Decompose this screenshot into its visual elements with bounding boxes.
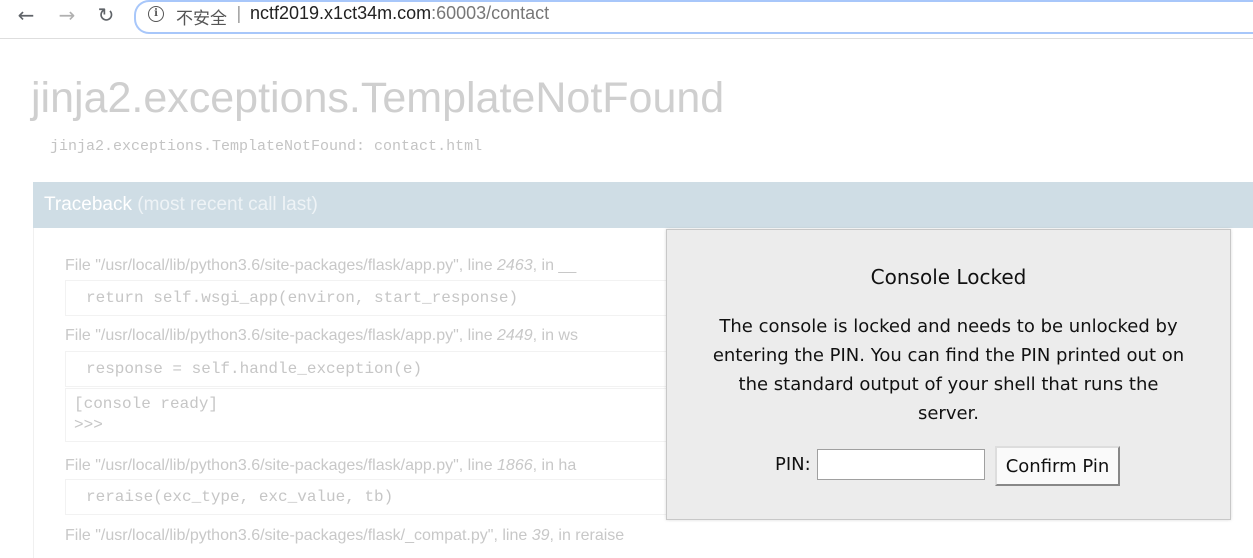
frame-file-prefix: File "	[65, 257, 101, 274]
traceback-subtitle: (most recent call last)	[137, 194, 318, 215]
forward-icon[interactable]: →	[55, 3, 79, 27]
frame-path: /usr/local/lib/python3.6/site-packages/f…	[100, 457, 454, 474]
url-text[interactable]: nctf2019.x1ct34m.com:60003/contact	[250, 3, 549, 24]
frame-code[interactable]: reraise(exc_type, exc_value, tb)	[65, 479, 667, 515]
frame-path: /usr/local/lib/python3.6/site-packages/f…	[100, 527, 488, 544]
traceback-title: Traceback	[44, 194, 132, 215]
frame-line-number: 39	[531, 527, 550, 544]
frame-code-text: response = self.handle_exception(e)	[86, 360, 423, 378]
pin-input[interactable]	[817, 449, 985, 480]
dialog-title: Console Locked	[870, 265, 1027, 289]
frame-function: ha	[558, 457, 577, 474]
url-path: :60003/contact	[431, 3, 550, 23]
frame-file-prefix: File "	[65, 457, 101, 474]
frame-line-label: ", line	[453, 327, 498, 344]
pin-label: PIN:	[775, 454, 811, 475]
browser-toolbar: ← → ↻ i 不安全 | nctf2019.x1ct34m.com:60003…	[0, 0, 1253, 39]
frame-code-text: return self.wsgi_app(environ, start_resp…	[86, 289, 519, 307]
back-icon[interactable]: ←	[14, 3, 38, 27]
security-status[interactable]: 不安全	[176, 4, 227, 29]
confirm-pin-button[interactable]: Confirm Pin	[995, 446, 1120, 486]
interactive-console[interactable]: [console ready] >>>	[65, 388, 667, 442]
reload-icon[interactable]: ↻	[94, 3, 118, 27]
address-separator: |	[236, 4, 242, 24]
console-locked-dialog: Console Locked The console is locked and…	[666, 229, 1231, 520]
frame-line-number: 2449	[497, 327, 533, 344]
frame-line-label: ", line	[487, 527, 532, 544]
frame-line-number: 1866	[497, 457, 533, 474]
frame-line-number: 2463	[497, 257, 533, 274]
frame-in-label: , in	[532, 257, 559, 274]
error-message: jinja2.exceptions.TemplateNotFound: cont…	[50, 138, 483, 155]
frame-file-line: File "/usr/local/lib/python3.6/site-pack…	[65, 327, 578, 345]
frame-line-label: ", line	[453, 257, 498, 274]
frame-function: reraise	[575, 527, 625, 544]
console-ready-text: [console ready]	[74, 395, 219, 413]
frame-file-prefix: File "	[65, 327, 101, 344]
url-host: nctf2019.x1ct34m.com	[250, 3, 432, 23]
frame-function: ws	[558, 327, 578, 344]
frame-path: /usr/local/lib/python3.6/site-packages/f…	[100, 257, 454, 274]
frame-file-line: File "/usr/local/lib/python3.6/site-pack…	[65, 457, 576, 475]
frame-file-line: File "/usr/local/lib/python3.6/site-pack…	[65, 527, 624, 545]
error-title: jinja2.exceptions.TemplateNotFound	[31, 74, 725, 122]
frame-line-label: ", line	[453, 457, 498, 474]
dialog-message: The console is locked and needs to be un…	[712, 316, 1185, 424]
console-prompt[interactable]: >>>	[74, 416, 103, 434]
frame-in-label: , in	[532, 457, 559, 474]
frame-in-label: , in	[532, 327, 559, 344]
traceback-header: Traceback (most recent call last)	[33, 182, 1253, 228]
frame-file-prefix: File "	[65, 527, 101, 544]
frame-file-line: File "/usr/local/lib/python3.6/site-pack…	[65, 257, 576, 275]
frame-code[interactable]: return self.wsgi_app(environ, start_resp…	[65, 280, 667, 316]
frame-in-label: , in	[549, 527, 576, 544]
frame-path: /usr/local/lib/python3.6/site-packages/f…	[100, 327, 454, 344]
frame-code-text: reraise(exc_type, exc_value, tb)	[86, 488, 394, 506]
frame-code[interactable]: response = self.handle_exception(e)	[65, 351, 667, 387]
info-icon[interactable]: i	[148, 6, 164, 22]
frame-function: __	[558, 257, 577, 274]
